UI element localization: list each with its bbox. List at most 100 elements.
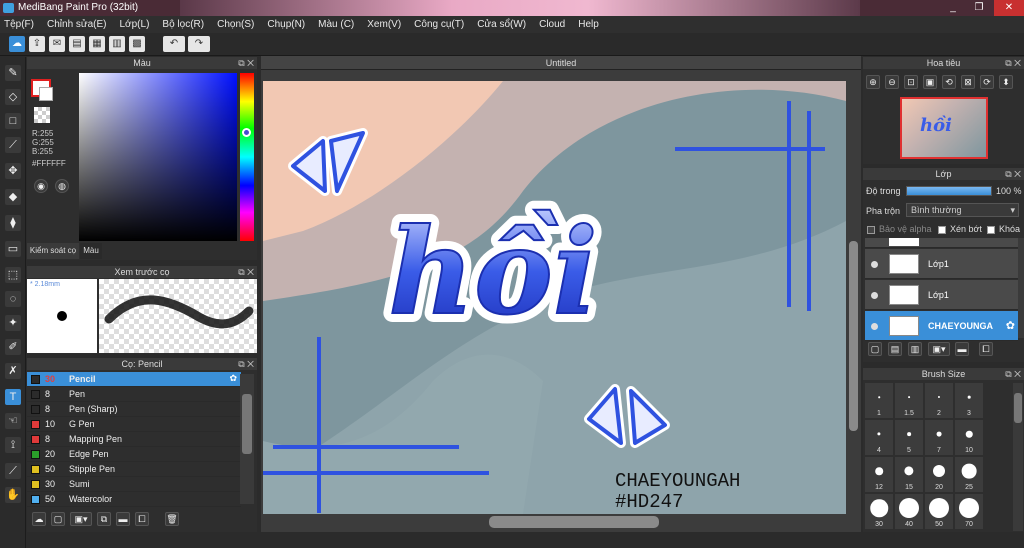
menu-color[interactable]: Màu (C) bbox=[318, 19, 354, 30]
brush-cloud-icon[interactable]: ☁ bbox=[32, 512, 46, 526]
brush-add-icon[interactable]: ▣▾ bbox=[70, 512, 92, 526]
brush-tool-icon[interactable]: ✎ bbox=[5, 65, 21, 81]
new-layer-1bit-icon[interactable]: ▥ bbox=[908, 342, 922, 356]
brush-alt-icon[interactable]: ⟋ bbox=[5, 137, 21, 153]
brush-item[interactable]: 30 Pencil ✿ bbox=[27, 372, 241, 387]
fit-icon[interactable]: ⊡ bbox=[904, 75, 918, 89]
hue-slider-handle[interactable] bbox=[242, 128, 251, 137]
layer-partial-row[interactable] bbox=[865, 238, 1018, 248]
menu-snap[interactable]: Chụp(N) bbox=[267, 19, 305, 30]
zoom-out-icon[interactable]: ⊖ bbox=[885, 75, 899, 89]
brush-item[interactable]: 20 Edge Pen bbox=[27, 447, 241, 462]
layer-duplicate-icon[interactable]: ⧠ bbox=[979, 342, 993, 356]
menu-file[interactable]: Tệp(F) bbox=[4, 19, 34, 30]
brush-size-option[interactable]: 12 bbox=[865, 457, 893, 492]
layer-item[interactable]: Lớp1 bbox=[865, 280, 1018, 310]
layer-scrollbar[interactable] bbox=[1018, 238, 1024, 338]
select-eraser-icon[interactable]: ✗ bbox=[5, 363, 21, 379]
brush-item[interactable]: 8 Pen bbox=[27, 387, 241, 402]
select-tool-icon[interactable]: ⬚ bbox=[5, 267, 21, 283]
hue-slider[interactable] bbox=[240, 73, 254, 241]
menu-filter[interactable]: Bộ lọc(R) bbox=[162, 19, 204, 30]
operation-tool-icon[interactable]: ☜ bbox=[5, 413, 21, 429]
opacity-slider[interactable] bbox=[906, 186, 992, 196]
gear-icon[interactable]: ✿ bbox=[229, 373, 237, 384]
add-layer-menu-icon[interactable]: ▣▾ bbox=[928, 342, 950, 356]
eyedropper-tool-icon[interactable]: ⟟ bbox=[5, 437, 21, 453]
minimize-button[interactable]: _ bbox=[940, 0, 966, 16]
navigator-thumbnail[interactable]: hồi bbox=[900, 97, 988, 159]
close-button[interactable]: ✕ bbox=[994, 0, 1024, 16]
brush-size-option[interactable]: 30 bbox=[865, 494, 893, 529]
chat-icon[interactable]: ✉ bbox=[49, 36, 65, 52]
menu-select[interactable]: Chọn(S) bbox=[217, 19, 254, 30]
brush-size-option[interactable]: 7 bbox=[925, 420, 953, 455]
brush-delete-icon[interactable]: 🗑 bbox=[165, 512, 179, 526]
new-layer-8bit-icon[interactable]: ▤ bbox=[888, 342, 902, 356]
brush-copy-icon[interactable]: ⧉ bbox=[97, 512, 111, 526]
select-pen-icon[interactable]: ✐ bbox=[5, 339, 21, 355]
brush-list-scrollbar[interactable] bbox=[240, 374, 254, 504]
panel-close-icon[interactable]: ⧉ ✕ bbox=[238, 266, 254, 278]
panel-close-icon[interactable]: ⧉ ✕ bbox=[1005, 168, 1021, 180]
document-tab[interactable]: Untitled bbox=[261, 56, 861, 70]
document-icon[interactable]: ▦ bbox=[89, 36, 105, 52]
brush-size-option[interactable]: 50 bbox=[925, 494, 953, 529]
menu-window[interactable]: Cửa sổ(W) bbox=[477, 19, 526, 30]
bucket-tool-icon[interactable]: ⧫ bbox=[5, 215, 21, 231]
fill-tool-icon[interactable]: ◆ bbox=[5, 189, 21, 205]
brush-item[interactable]: 8 Pen (Sharp) bbox=[27, 402, 241, 417]
menu-help[interactable]: Help bbox=[578, 19, 599, 30]
brush-duplicate-icon[interactable]: ⧠ bbox=[135, 512, 149, 526]
menu-cloud[interactable]: Cloud bbox=[539, 19, 565, 30]
panel-close-icon[interactable]: ⧉ ✕ bbox=[1005, 368, 1021, 380]
eye-icon[interactable] bbox=[871, 292, 878, 299]
move-tool-icon[interactable]: ✥ bbox=[5, 163, 21, 179]
canvas-vertical-scrollbar[interactable] bbox=[849, 241, 858, 431]
brush-size-option[interactable]: 1 bbox=[865, 383, 893, 418]
layer-folder-icon[interactable]: ▬ bbox=[955, 342, 969, 356]
new-layer-icon[interactable]: ▢ bbox=[868, 342, 882, 356]
text-tool-icon[interactable]: T bbox=[5, 389, 21, 405]
palette-add-icon[interactable]: ◍ bbox=[55, 179, 69, 193]
magic-wand-icon[interactable]: ✦ bbox=[5, 315, 21, 331]
layer-item[interactable]: CHAEYOUNGA ✿ bbox=[865, 311, 1018, 341]
panel-close-icon[interactable]: ⧉ ✕ bbox=[238, 358, 254, 370]
alpha-protect-checkbox[interactable] bbox=[867, 226, 875, 234]
panel-close-icon[interactable]: ⧉ ✕ bbox=[1005, 57, 1021, 69]
brush-size-scrollbar[interactable] bbox=[1013, 383, 1023, 531]
grid-icon[interactable]: ▩ bbox=[129, 36, 145, 52]
eye-icon[interactable] bbox=[871, 323, 878, 330]
rotate-reset-icon[interactable]: ⊠ bbox=[961, 75, 975, 89]
brush-size-option[interactable]: 10 bbox=[955, 420, 983, 455]
canvas-horizontal-scrollbar[interactable] bbox=[489, 516, 659, 528]
brush-item[interactable]: 50 Stipple Pen bbox=[27, 462, 241, 477]
brush-size-option[interactable]: 1.5 bbox=[895, 383, 923, 418]
blend-mode-select[interactable]: Bình thường ▾ bbox=[906, 203, 1019, 217]
panel-icon[interactable]: ▥ bbox=[109, 36, 125, 52]
saturation-value-picker[interactable] bbox=[79, 73, 237, 241]
menu-layer[interactable]: Lớp(L) bbox=[120, 19, 150, 30]
lasso-tool-icon[interactable]: ◌ bbox=[5, 291, 21, 307]
tab-color[interactable]: Màu bbox=[80, 243, 102, 259]
clipping-checkbox[interactable] bbox=[938, 226, 946, 234]
transparent-swatch[interactable] bbox=[34, 107, 50, 123]
brush-size-option[interactable]: 5 bbox=[895, 420, 923, 455]
menu-view[interactable]: Xem(V) bbox=[367, 19, 401, 30]
maximize-button[interactable]: ❐ bbox=[966, 0, 992, 16]
brush-item[interactable]: 50 Watercolor bbox=[27, 492, 241, 507]
brush-item[interactable]: 30 Sumi bbox=[27, 477, 241, 492]
brush-size-option[interactable]: 70 bbox=[955, 494, 983, 529]
brush-item[interactable]: 10 G Pen bbox=[27, 417, 241, 432]
rotate-left-icon[interactable]: ⟲ bbox=[942, 75, 956, 89]
brush-size-option[interactable]: 2 bbox=[925, 383, 953, 418]
palette-icon[interactable]: ◉ bbox=[34, 179, 48, 193]
actual-size-icon[interactable]: ▣ bbox=[923, 75, 937, 89]
artwork-canvas[interactable]: hồi hồi CHAEYOUNGAH #HD247 bbox=[263, 81, 846, 514]
gradient-tool-icon[interactable]: ▭ bbox=[5, 241, 21, 257]
rectangle-tool-icon[interactable]: □ bbox=[5, 113, 21, 129]
undo-icon[interactable]: ↶ bbox=[163, 36, 185, 52]
redo-icon[interactable]: ↷ bbox=[188, 36, 210, 52]
eraser-tool-icon[interactable]: ◇ bbox=[5, 89, 21, 105]
brush-size-option[interactable]: 15 bbox=[895, 457, 923, 492]
